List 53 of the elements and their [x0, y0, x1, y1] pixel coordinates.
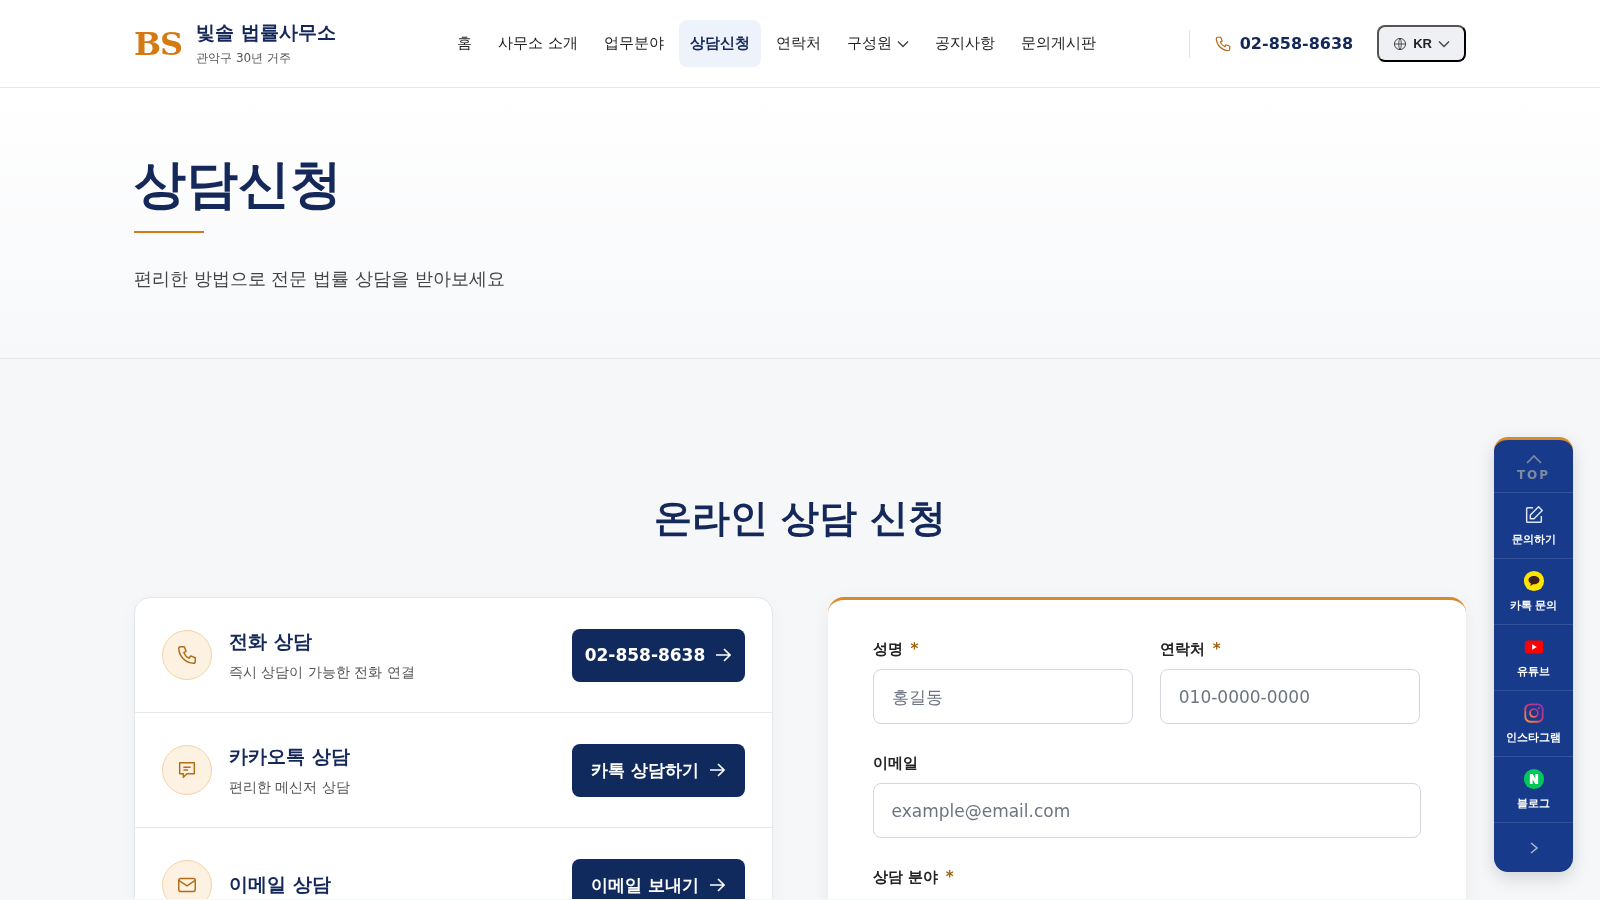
logo-title: 빛솔 법률사무소 [196, 20, 336, 45]
method-description: 즉시 상담이 가능한 전화 연결 [229, 663, 416, 682]
chat-bubble-icon [1522, 570, 1545, 592]
quick-menu-item[interactable]: 유튜브 [1494, 625, 1573, 691]
nav-link[interactable]: 홈 [446, 20, 483, 67]
section-title: 온라인 상담 신청 [652, 499, 948, 537]
nav-link[interactable]: 구성원 [835, 20, 920, 67]
nav-link[interactable]: 문의게시판 [1009, 20, 1107, 67]
input-field[interactable]: 홍길동 [872, 669, 1133, 724]
arrow-right-icon[interactable] [708, 763, 725, 777]
quick-menu-item[interactable]: 블로그 [1494, 757, 1573, 823]
letter-badge-icon [1522, 768, 1545, 790]
arrow-right-icon[interactable] [715, 648, 732, 662]
required-mark: * [910, 640, 919, 659]
logo-subtitle: 관악구 30년 거주 [196, 50, 293, 67]
caret-icon[interactable] [896, 39, 909, 48]
required-mark: * [1212, 640, 1221, 659]
phone-icon [1213, 34, 1232, 53]
field-label: 성명 [872, 640, 903, 659]
nav-link[interactable]: 연락처 [764, 20, 832, 67]
phone-link[interactable]: 02-858-8638 [1213, 34, 1354, 53]
page-title: 상담신청 [134, 156, 343, 214]
field-label: 이메일 [872, 754, 918, 773]
required-mark: * [945, 868, 954, 887]
method-title: 전화 상담 [229, 628, 313, 654]
contact-button[interactable]: 카톡 상담하기 [571, 743, 745, 797]
phone-icon [176, 644, 198, 666]
page-subtitle: 편리한 방법으로 전문 법률 상담을 받아보세요 [134, 267, 506, 292]
chevron-right-icon[interactable] [1529, 841, 1538, 854]
quick-menu-item[interactable]: 카톡 문의 [1494, 559, 1573, 625]
nav-link[interactable]: 상담신청 [678, 20, 761, 67]
caret-icon[interactable] [1438, 39, 1450, 48]
chevron-up-icon [1525, 454, 1542, 464]
field-label: 상담 분야 [872, 868, 938, 887]
input-field[interactable]: example@email.com [872, 783, 1421, 838]
field-label: 연락처 [1159, 640, 1205, 659]
title-underline [134, 231, 204, 234]
nav-link[interactable]: 업무분야 [592, 20, 675, 67]
language-selector[interactable]: KR [1377, 25, 1466, 62]
nav-link[interactable]: 공지사항 [923, 20, 1006, 67]
contact-button[interactable]: 02-858-8638 [571, 628, 745, 682]
quick-menu-item[interactable]: 문의하기 [1494, 493, 1573, 559]
method-title: 카카오톡 상담 [229, 743, 351, 769]
nav-link[interactable]: 사무소 소개 [487, 20, 589, 67]
camera-icon [1522, 702, 1545, 724]
method-description: 편리한 메신저 상담 [229, 778, 351, 797]
method-title: 이메일 상담 [229, 872, 332, 897]
arrow-right-icon[interactable] [708, 878, 725, 892]
quick-menu-item[interactable]: 인스타그램 [1494, 691, 1573, 757]
input-field[interactable]: 010-0000-0000 [1159, 669, 1420, 724]
contact-button[interactable]: 이메일 보내기 [571, 858, 745, 899]
globe-icon[interactable] [1393, 36, 1408, 51]
chat-bubble-icon [176, 759, 198, 781]
